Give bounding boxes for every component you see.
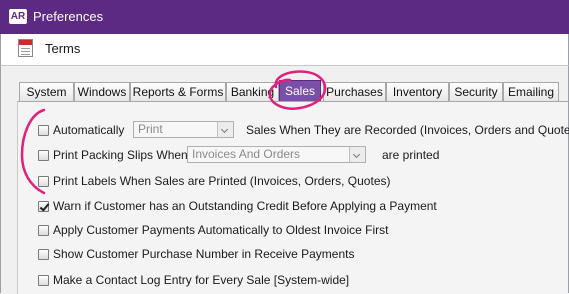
auto-print-label: Automatically	[53, 123, 125, 137]
tab-windows[interactable]: Windows	[74, 82, 130, 101]
packing-slips-select[interactable]: Invoices And Orders	[187, 146, 366, 163]
window-title: Preferences	[33, 9, 104, 24]
auto-print-select-value: Print	[138, 122, 163, 136]
apply-oldest-label: Apply Customer Payments Automatically to…	[53, 223, 389, 237]
print-labels-checkbox[interactable]	[38, 175, 49, 187]
tab-emailing[interactable]: Emailing	[503, 82, 559, 101]
subheader-bar: Terms	[0, 34, 569, 66]
show-po-checkbox[interactable]	[38, 248, 49, 260]
show-po-label: Show Customer Purchase Number in Receive…	[53, 247, 355, 261]
apply-oldest-checkbox[interactable]	[38, 224, 49, 236]
tab-system[interactable]: System	[19, 82, 74, 101]
terms-document-icon	[18, 39, 33, 57]
warn-credit-label: Warn if Customer has an Outstanding Cred…	[53, 199, 437, 213]
print-labels-row: Print Labels When Sales are Printed (Inv…	[38, 173, 390, 189]
tab-purchases[interactable]: Purchases	[323, 82, 386, 101]
title-bar: AR Preferences	[0, 0, 569, 34]
tab-inventory[interactable]: Inventory	[386, 82, 449, 101]
packing-slips-select-value: Invoices And Orders	[192, 147, 301, 161]
warn-credit-row: Warn if Customer has an Outstanding Cred…	[38, 198, 437, 214]
packing-slips-checkbox[interactable]	[38, 149, 49, 161]
contact-log-row: Make a Contact Log Entry for Every Sale …	[38, 272, 349, 288]
tab-security[interactable]: Security	[449, 82, 503, 101]
warn-credit-checkbox[interactable]	[38, 200, 49, 212]
tab-sales[interactable]: Sales	[279, 80, 321, 102]
chevron-down-icon	[217, 122, 233, 137]
auto-print-select[interactable]: Print	[133, 121, 234, 138]
apply-oldest-row: Apply Customer Payments Automatically to…	[38, 222, 388, 238]
show-po-row: Show Customer Purchase Number in Receive…	[38, 246, 354, 262]
print-labels-label: Print Labels When Sales are Printed (Inv…	[53, 174, 391, 188]
auto-print-suffix: Sales When They are Recorded (Invoices, …	[246, 123, 569, 137]
auto-print-checkbox[interactable]	[38, 124, 49, 136]
app-logo-icon: AR	[9, 9, 27, 24]
auto-print-row: Automatically	[38, 122, 124, 138]
tab-reports-forms[interactable]: Reports & Forms	[130, 82, 226, 101]
packing-slips-label: Print Packing Slips When	[53, 148, 188, 162]
tab-banking[interactable]: Banking	[226, 82, 279, 101]
subheader-label: Terms	[45, 41, 81, 56]
contact-log-checkbox[interactable]	[38, 274, 49, 286]
contact-log-label: Make a Contact Log Entry for Every Sale …	[53, 273, 350, 287]
packing-slips-suffix: are printed	[382, 148, 440, 162]
chevron-down-icon	[349, 147, 365, 162]
packing-slips-row: Print Packing Slips When	[38, 147, 188, 163]
